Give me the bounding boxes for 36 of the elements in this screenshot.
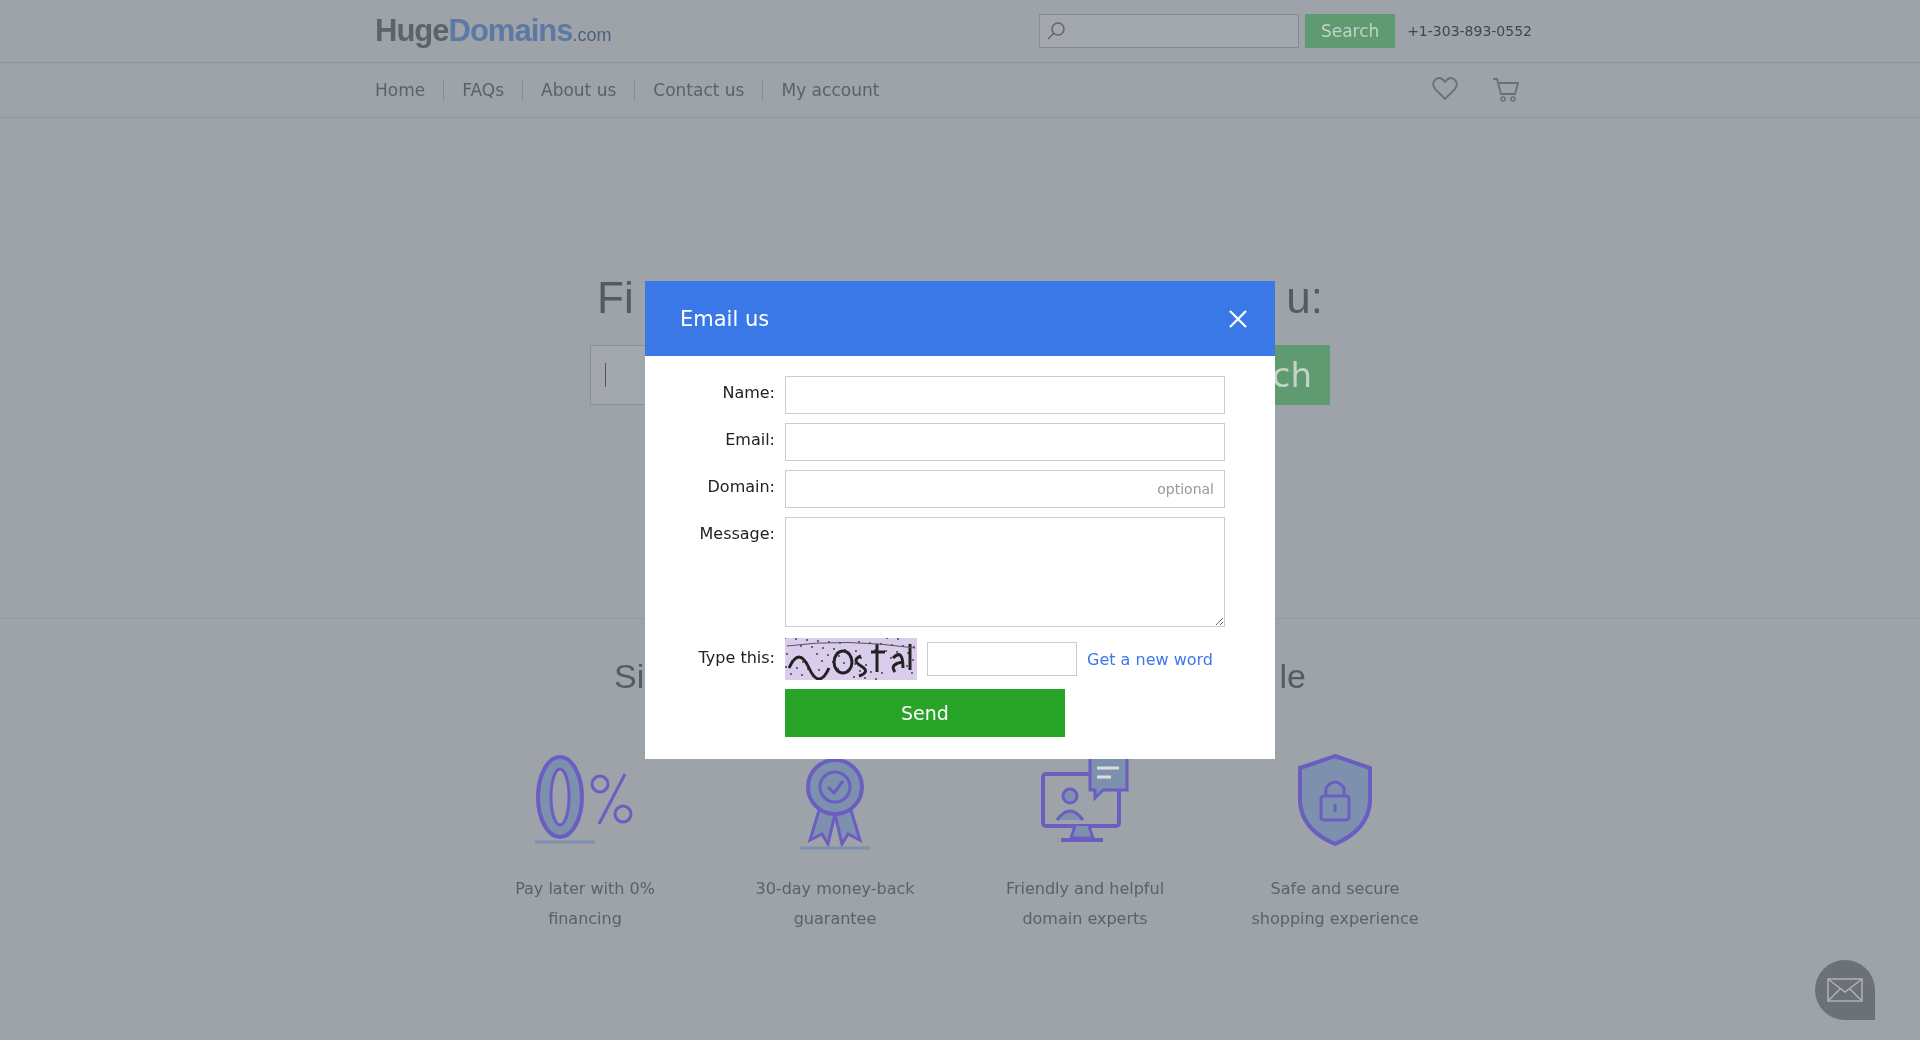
field-label: Type this: (697, 647, 775, 667)
field-label: Name: (721, 382, 775, 402)
nav-link[interactable]: Contact us (634, 80, 763, 100)
message-field[interactable] (785, 517, 1225, 627)
heart-icon[interactable] (1432, 77, 1458, 101)
feature-caption: Pay later with 0% financing (515, 878, 655, 930)
new-word-link[interactable]: Get a new word (1087, 649, 1213, 669)
field-label: Message: (698, 523, 775, 543)
section-heading: le (1279, 657, 1306, 696)
nav-link[interactable]: About us (522, 80, 635, 100)
nav-link[interactable]: Home (375, 80, 444, 100)
input-field[interactable] (785, 376, 1225, 414)
field-label: Email: (724, 429, 775, 449)
hero-heading: u: (1286, 273, 1323, 323)
nav-link[interactable]: FAQs (443, 80, 522, 100)
feature-caption: Friendly and helpful domain experts (1005, 878, 1165, 930)
search-field[interactable] (1039, 14, 1300, 48)
phone-number: +1-303-893-0552 (1407, 23, 1532, 39)
feature-caption: 30-day money-back guarantee (755, 878, 915, 930)
feature-caption: Safe and secure shopping experience (1251, 878, 1419, 930)
input-field[interactable] (785, 423, 1225, 461)
logo[interactable]: HugeDomains.com (375, 13, 612, 49)
search-button[interactable]: Search (1305, 14, 1396, 48)
search-icon (1046, 21, 1067, 41)
cart-icon[interactable] (1492, 77, 1520, 103)
send-button[interactable]: Send (785, 689, 1065, 737)
nav-link[interactable]: My account (762, 80, 898, 100)
envelope-icon (1827, 978, 1863, 1002)
close-icon (1229, 309, 1247, 328)
captcha-field[interactable] (927, 642, 1077, 676)
field-label: Domain: (706, 476, 775, 496)
input-field[interactable]: optional (785, 470, 1225, 508)
section-heading: Si (614, 657, 645, 696)
chat-button[interactable] (1815, 960, 1875, 1020)
dialog-title: Email us (680, 306, 770, 331)
hero-heading: Fi (597, 273, 634, 323)
